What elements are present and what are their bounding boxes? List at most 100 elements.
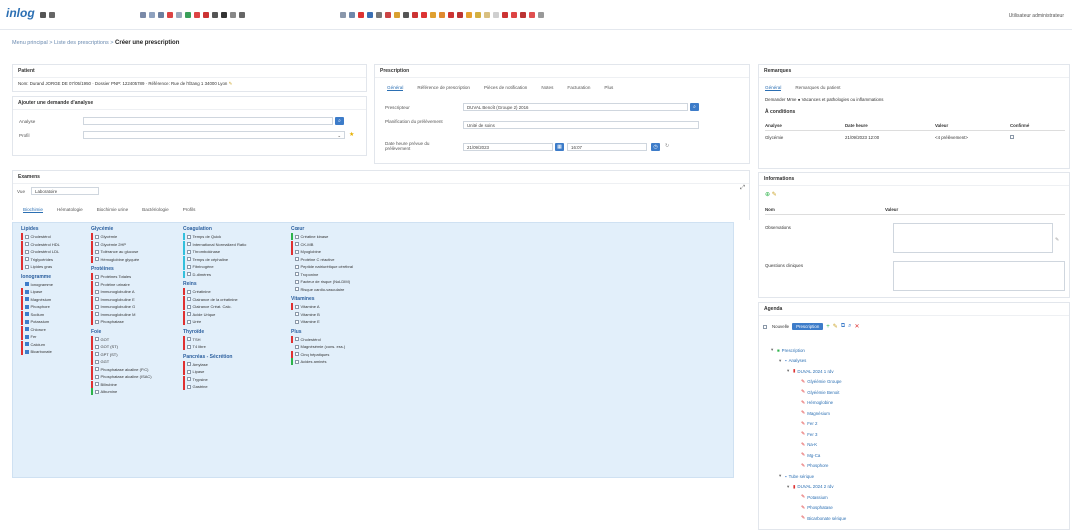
tab-notification[interactable]: Pièces de notification bbox=[484, 85, 527, 91]
tab-reference[interactable]: Référence de prescription bbox=[417, 85, 470, 91]
tool-icon[interactable] bbox=[167, 12, 173, 18]
chevron-down-icon[interactable]: ▾ bbox=[771, 347, 775, 353]
tree-node[interactable]: ✎ Mg-Ca bbox=[795, 452, 820, 458]
confirmed-checkbox[interactable] bbox=[1010, 135, 1014, 139]
exam-checkbox[interactable] bbox=[24, 349, 29, 354]
tree-node[interactable]: ▾ ▪ Analyses bbox=[779, 358, 806, 364]
exam-item[interactable]: Hémoglobine glyquée bbox=[91, 255, 152, 264]
exam-checkbox[interactable] bbox=[294, 272, 299, 277]
exam-checkbox[interactable] bbox=[24, 342, 29, 347]
tool-icon[interactable] bbox=[203, 12, 209, 18]
exam-item[interactable]: Sodium bbox=[21, 310, 60, 319]
exam-item[interactable]: CK-MB bbox=[291, 240, 353, 249]
tool-icon[interactable] bbox=[466, 12, 472, 18]
exam-checkbox[interactable] bbox=[294, 352, 299, 357]
exam-item[interactable]: Calcium bbox=[21, 340, 60, 349]
exam-item[interactable]: Cholestérol LDL bbox=[21, 248, 60, 256]
place-select[interactable]: Unité de soins bbox=[463, 121, 699, 129]
tool-icon[interactable] bbox=[430, 12, 436, 18]
exam-item[interactable]: Immunoglobuline G bbox=[91, 303, 152, 311]
exam-item[interactable]: Amylase bbox=[183, 360, 246, 369]
exam-item[interactable]: Triglycérides bbox=[21, 255, 60, 264]
tool-icon[interactable] bbox=[376, 12, 382, 18]
exam-checkbox[interactable] bbox=[294, 319, 299, 324]
exam-item[interactable]: Clairance de la créatinine bbox=[183, 295, 246, 304]
exam-item[interactable]: Phosphore bbox=[21, 303, 60, 311]
exam-checkbox[interactable] bbox=[186, 264, 191, 269]
time-input[interactable]: 16:07 bbox=[567, 143, 647, 151]
exam-checkbox[interactable] bbox=[24, 327, 29, 332]
chevron-down-icon[interactable]: ▾ bbox=[779, 473, 783, 479]
tab-bacteriologie[interactable]: Bactériologie bbox=[142, 207, 169, 213]
exam-item[interactable]: GGT bbox=[91, 358, 152, 366]
exam-checkbox[interactable] bbox=[186, 272, 191, 277]
exam-checkbox[interactable] bbox=[94, 344, 99, 349]
exam-item[interactable]: Risque cardio-vasculaire bbox=[291, 286, 353, 294]
exam-item[interactable]: Protéine urinaire bbox=[91, 280, 152, 289]
save-icon[interactable] bbox=[49, 12, 55, 18]
exam-item[interactable]: Fibrinogène bbox=[183, 263, 246, 271]
tool-icon[interactable] bbox=[340, 12, 346, 18]
exam-checkbox[interactable] bbox=[94, 249, 99, 254]
tab-profils[interactable]: Profils bbox=[183, 207, 196, 213]
tree-node[interactable]: ▾ ▮ DUVAL 2024 2 rdv bbox=[787, 484, 834, 490]
exam-item[interactable]: Peptide natriurétique cérébral bbox=[291, 263, 353, 271]
exam-checkbox[interactable] bbox=[294, 337, 299, 342]
view-select[interactable]: Laboratoire bbox=[31, 187, 99, 195]
exam-checkbox[interactable] bbox=[186, 337, 191, 342]
exam-checkbox[interactable] bbox=[294, 344, 299, 349]
exam-checkbox[interactable] bbox=[294, 249, 299, 254]
tree-node[interactable]: ✎ Hémoglobine bbox=[795, 400, 833, 406]
exam-checkbox[interactable] bbox=[24, 249, 29, 254]
exam-checkbox[interactable] bbox=[94, 304, 99, 309]
exam-checkbox[interactable] bbox=[94, 234, 99, 239]
tool-icon[interactable] bbox=[520, 12, 526, 18]
exam-checkbox[interactable] bbox=[94, 337, 99, 342]
tree-node[interactable]: ✎ Phosphore bbox=[795, 463, 828, 469]
exam-checkbox[interactable] bbox=[294, 242, 299, 247]
clock-button[interactable]: ◷ bbox=[651, 143, 660, 151]
exam-checkbox[interactable] bbox=[94, 242, 99, 247]
exam-checkbox[interactable] bbox=[186, 319, 191, 324]
exam-item[interactable]: Cinq hépatiques bbox=[291, 350, 353, 359]
table-row[interactable]: Glycémie 21/09/2023 12:00 <4 prélèvement… bbox=[765, 131, 1065, 140]
exam-item[interactable]: Chlorure bbox=[21, 325, 60, 334]
exam-item[interactable]: Cholestérol bbox=[291, 335, 353, 344]
exam-checkbox[interactable] bbox=[24, 242, 29, 247]
tree-node[interactable]: ✎ Phosphatase bbox=[795, 505, 833, 511]
exam-checkbox[interactable] bbox=[94, 367, 99, 372]
date-input[interactable]: 21/09/2023 bbox=[463, 143, 553, 151]
analyse-search-button[interactable]: ⌕ bbox=[335, 117, 344, 125]
exam-item[interactable]: Créatinine bbox=[183, 288, 246, 296]
prescriber-search-button[interactable]: ⌕ bbox=[690, 103, 699, 111]
exam-item[interactable]: Créatine kinase bbox=[291, 233, 353, 241]
tab-plus[interactable]: Plus bbox=[604, 85, 613, 91]
tool-icon[interactable] bbox=[349, 12, 355, 18]
exam-checkbox[interactable] bbox=[94, 257, 99, 262]
exam-checkbox[interactable] bbox=[24, 334, 29, 339]
tool-icon[interactable] bbox=[493, 12, 499, 18]
edit-icon[interactable]: ✎ bbox=[833, 323, 838, 330]
exam-item[interactable]: Protéine C réactive bbox=[291, 256, 353, 264]
exam-checkbox[interactable] bbox=[186, 242, 191, 247]
exam-checkbox[interactable] bbox=[294, 264, 299, 269]
tree-node[interactable]: ✎ Bicarbonate sérique bbox=[795, 515, 846, 521]
cond-cell[interactable]: <4 prélèvement> bbox=[935, 135, 1010, 140]
tool-icon[interactable] bbox=[538, 12, 544, 18]
tool-icon[interactable] bbox=[185, 12, 191, 18]
exam-item[interactable]: Magnésium bbox=[21, 295, 60, 304]
delete-icon[interactable]: ✕ bbox=[855, 323, 860, 330]
exam-checkbox[interactable] bbox=[186, 344, 191, 349]
exam-checkbox[interactable] bbox=[186, 234, 191, 239]
tree-node[interactable]: ✎ Fer 3 bbox=[795, 431, 817, 437]
tab-general[interactable]: Général bbox=[387, 85, 404, 91]
tool-icon[interactable] bbox=[194, 12, 200, 18]
exam-item[interactable]: Phosphatase bbox=[91, 318, 152, 326]
tool-icon[interactable] bbox=[367, 12, 373, 18]
tool-icon[interactable] bbox=[230, 12, 236, 18]
exam-checkbox[interactable] bbox=[186, 257, 191, 262]
tree-node[interactable]: ✎ Potassium bbox=[795, 494, 828, 500]
exam-checkbox[interactable] bbox=[186, 249, 191, 254]
exam-item[interactable]: Bilirubine bbox=[91, 380, 152, 389]
exam-item[interactable]: Cholestérol HDL bbox=[21, 240, 60, 249]
